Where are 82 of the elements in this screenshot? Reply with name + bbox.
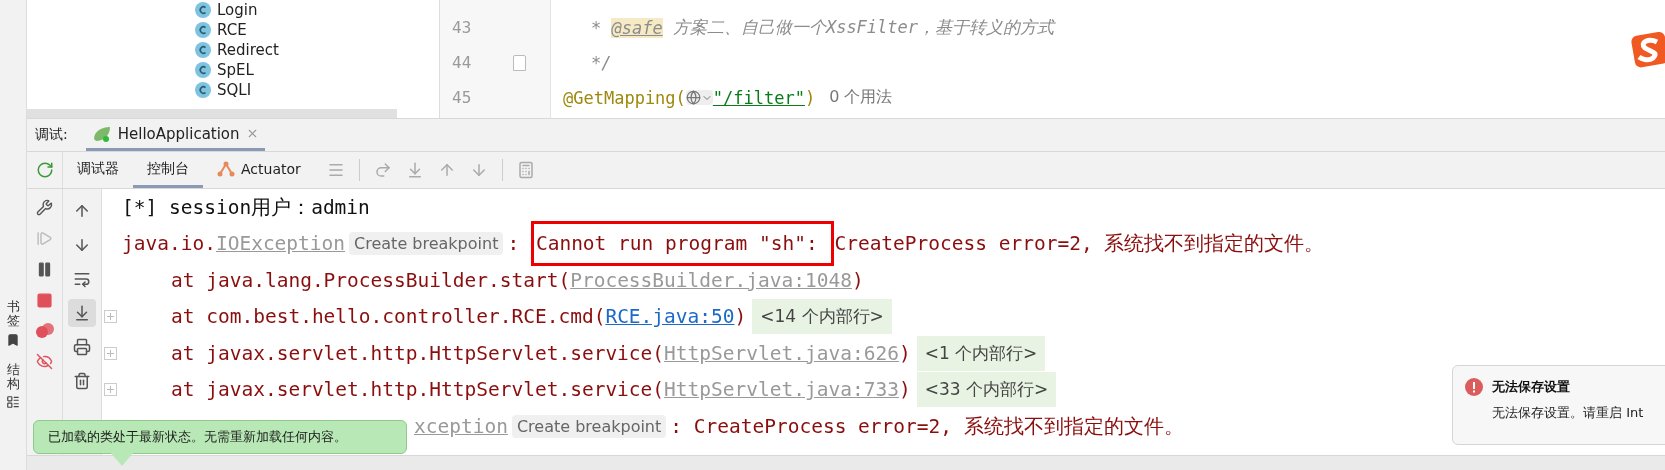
actuator-icon	[217, 160, 235, 177]
panel-tab[interactable]: 控制台	[133, 152, 203, 188]
class-name: Redirect	[217, 41, 279, 59]
code-comment: *	[590, 17, 603, 38]
tree-item[interactable]: SpEL	[195, 60, 439, 80]
debug-label: 调试:	[35, 126, 68, 144]
code-comment: */	[590, 52, 612, 73]
resume-icon[interactable]	[36, 230, 53, 247]
menu-icon[interactable]	[326, 161, 345, 179]
line-number: 44	[452, 53, 472, 72]
globe-icon[interactable]	[685, 90, 713, 105]
spring-app-icon	[91, 124, 112, 143]
expand-icon[interactable]	[104, 383, 117, 397]
error-text: java.io.	[122, 232, 216, 256]
pause-icon[interactable]	[36, 261, 53, 278]
tree-item[interactable]: RCE	[195, 20, 439, 40]
expand-icon[interactable]	[104, 346, 117, 360]
printer-icon	[73, 338, 91, 356]
wrap-icon	[73, 270, 91, 288]
class-icon	[195, 62, 211, 78]
error-text: )	[734, 305, 747, 329]
class-icon	[195, 42, 211, 58]
scrollbar[interactable]	[27, 109, 397, 118]
side-tool-label[interactable]: 书签	[6, 300, 20, 329]
annotation-text: )	[804, 87, 816, 108]
annotation-text: @GetMapping(	[563, 87, 686, 108]
error-text: : CreateProcess error=2, 系统找不到指定的文件。	[670, 413, 1184, 440]
down-arrow-icon	[73, 236, 91, 254]
tree-item[interactable]: Login	[195, 0, 439, 20]
class-icon	[195, 2, 211, 18]
breakpoints-icon[interactable]	[35, 323, 54, 339]
error-text: at java.lang.ProcessBuilder.start(	[171, 268, 571, 292]
error-text: at javax.servlet.http.HttpServlet.service(	[171, 341, 665, 365]
structure-icon	[6, 395, 20, 410]
class-name: Login	[217, 1, 258, 19]
class-name: SQLI	[217, 81, 252, 99]
highlighted-text: Cannot run program "sh":	[530, 221, 835, 267]
line-number: 45	[452, 88, 472, 107]
panel-tab[interactable]: Actuator	[203, 152, 315, 188]
step-over-icon[interactable]	[373, 161, 392, 179]
usage-hint: 0 个用法	[829, 87, 893, 108]
calculator-icon[interactable]	[516, 161, 535, 179]
rerun-icon[interactable]	[35, 161, 54, 179]
trash-icon	[73, 372, 91, 390]
panel-tab[interactable]: 调试器	[63, 152, 133, 188]
error-text: at com.best.hello.controller.RCE.cmd(	[171, 305, 606, 329]
console-text: [*] session用户：admin	[122, 194, 370, 221]
error-icon	[1465, 378, 1483, 396]
error-text: :	[507, 232, 521, 256]
collapsed-lines[interactable]: <14 个内部行>	[752, 299, 892, 335]
create-breakpoint-hint[interactable]: Create breakpoint	[511, 414, 667, 438]
tree-item[interactable]: SQLI	[195, 80, 439, 100]
doc-tag: @safe	[611, 17, 663, 38]
error-text: )	[898, 378, 911, 402]
bookmark-icon	[6, 332, 20, 347]
mute-breakpoints-icon[interactable]	[36, 353, 53, 370]
notification-title: 无法保存设置	[1492, 378, 1570, 396]
expand-icon[interactable]	[104, 310, 117, 324]
class-icon	[195, 82, 211, 98]
console-tool-button[interactable]	[68, 299, 96, 327]
error-text: )	[898, 341, 911, 365]
source-link[interactable]: RCE.java:50	[605, 305, 735, 329]
create-breakpoint-hint[interactable]: Create breakpoint	[349, 232, 504, 256]
tree-item[interactable]: Redirect	[195, 40, 439, 60]
wrench-icon[interactable]	[36, 199, 53, 216]
line-number: 43	[452, 18, 472, 37]
notification-body: 无法保存设置。请重启 Int	[1491, 404, 1645, 422]
tooltip-pointer	[110, 452, 134, 466]
scroll-to-end-icon	[73, 304, 91, 322]
collapsed-lines[interactable]: <33 个内部行>	[916, 372, 1057, 408]
class-icon	[195, 22, 211, 38]
class-name: SpEL	[217, 61, 254, 79]
stop-icon[interactable]	[36, 292, 53, 309]
string-literal: "/filter"	[712, 87, 805, 108]
side-tool-label[interactable]: 结构	[6, 362, 20, 392]
error-text: )	[851, 268, 864, 292]
error-text: at javax.servlet.http.HttpServlet.service(	[171, 378, 665, 402]
collapsed-lines[interactable]: <1 个内部行>	[916, 335, 1046, 371]
fold-marker[interactable]	[513, 54, 526, 71]
error-text: CreateProcess error=2, 系统找不到指定的文件。	[834, 231, 1325, 258]
code-comment: 方案二、自己做一个XssFilter，基于转义的方式	[671, 16, 1055, 39]
class-name: RCE	[217, 21, 247, 39]
